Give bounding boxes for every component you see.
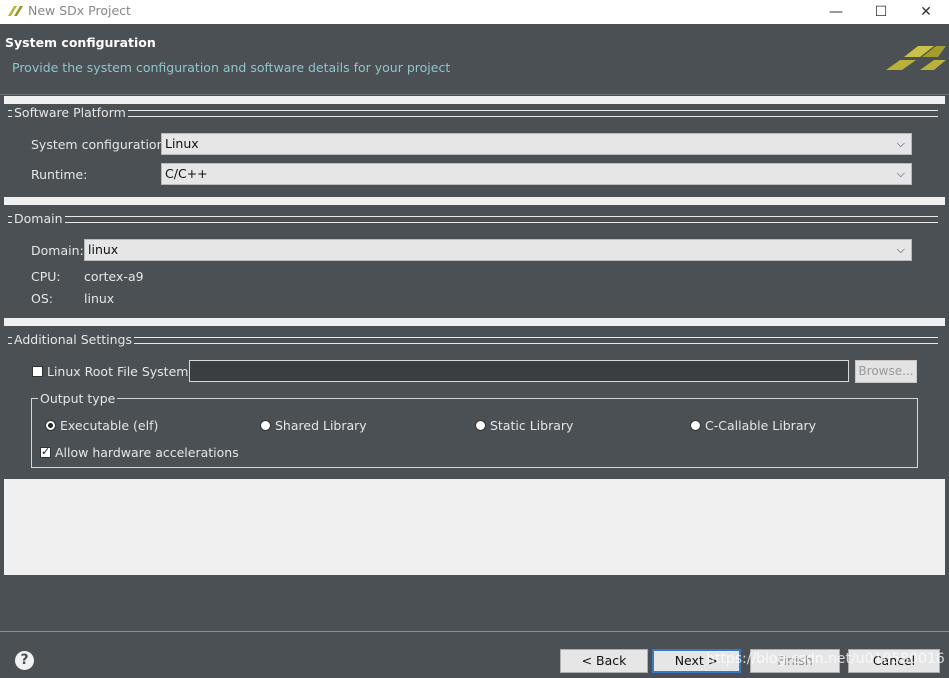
browse-button[interactable]: Browse... <box>855 360 917 383</box>
software-platform-title: Software Platform <box>12 105 128 120</box>
help-icon[interactable]: ? <box>15 651 34 670</box>
page-description: Provide the system configuration and sof… <box>12 60 451 75</box>
domain-select[interactable]: linux ⌵ <box>84 239 912 261</box>
rootfs-label: Linux Root File System: <box>47 364 193 379</box>
additional-settings-title: Additional Settings <box>12 332 134 347</box>
separator <box>4 197 945 205</box>
os-label: OS: <box>31 291 53 306</box>
message-area <box>4 479 945 575</box>
system-configuration-label: System configuration: <box>31 137 169 152</box>
allow-hw-accel-checkbox[interactable] <box>40 445 51 458</box>
radio-c-callable-library-label: C-Callable Library <box>705 418 817 433</box>
radio-shared-library[interactable] <box>260 420 271 431</box>
xilinx-logo-icon <box>8 6 23 16</box>
group-divider <box>126 337 938 344</box>
window-title-bar: New SDx Project — ☐ ✕ <box>0 0 949 24</box>
cpu-value: cortex-a9 <box>84 269 144 284</box>
chevron-down-icon: ⌵ <box>896 137 905 150</box>
system-configuration-value: Linux <box>165 136 199 151</box>
footer-divider <box>0 631 949 632</box>
runtime-label: Runtime: <box>31 167 88 182</box>
rootfs-path-input[interactable] <box>189 360 849 382</box>
radio-static-library-label: Static Library <box>490 418 574 433</box>
radio-c-callable-library[interactable] <box>690 420 701 431</box>
window-title: New SDx Project <box>28 3 131 18</box>
radio-executable-label: Executable (elf) <box>60 418 159 433</box>
group-divider <box>62 216 938 223</box>
cpu-label: CPU: <box>31 269 61 284</box>
group-divider <box>118 110 938 117</box>
radio-static-library[interactable] <box>475 420 486 431</box>
sdx-brand-icon <box>886 46 946 70</box>
watermark-text: https://blog.csdn.net/u010580016 <box>706 651 945 667</box>
separator <box>4 318 945 326</box>
runtime-select[interactable]: C/C++ ⌵ <box>161 163 912 185</box>
minimize-button[interactable]: — <box>813 0 859 24</box>
allow-hw-accel-label: Allow hardware accelerations <box>55 445 239 460</box>
domain-group-title: Domain <box>12 211 65 226</box>
output-type-legend: Output type <box>38 391 118 406</box>
domain-value: linux <box>88 242 119 257</box>
separator <box>4 96 945 104</box>
chevron-down-icon: ⌵ <box>896 167 905 180</box>
chevron-down-icon: ⌵ <box>896 243 905 256</box>
os-value: linux <box>84 291 115 306</box>
radio-executable[interactable] <box>45 420 56 431</box>
radio-shared-library-label: Shared Library <box>275 418 367 433</box>
maximize-button[interactable]: ☐ <box>858 0 904 24</box>
page-title: System configuration <box>5 35 156 50</box>
domain-label: Domain: <box>31 243 84 258</box>
back-button[interactable]: < Back <box>560 649 648 673</box>
system-configuration-select[interactable]: Linux ⌵ <box>161 133 912 155</box>
runtime-value: C/C++ <box>165 166 208 181</box>
wizard-header: System configuration Provide the system … <box>0 24 949 95</box>
close-button[interactable]: ✕ <box>903 0 949 24</box>
rootfs-checkbox[interactable] <box>32 366 43 377</box>
